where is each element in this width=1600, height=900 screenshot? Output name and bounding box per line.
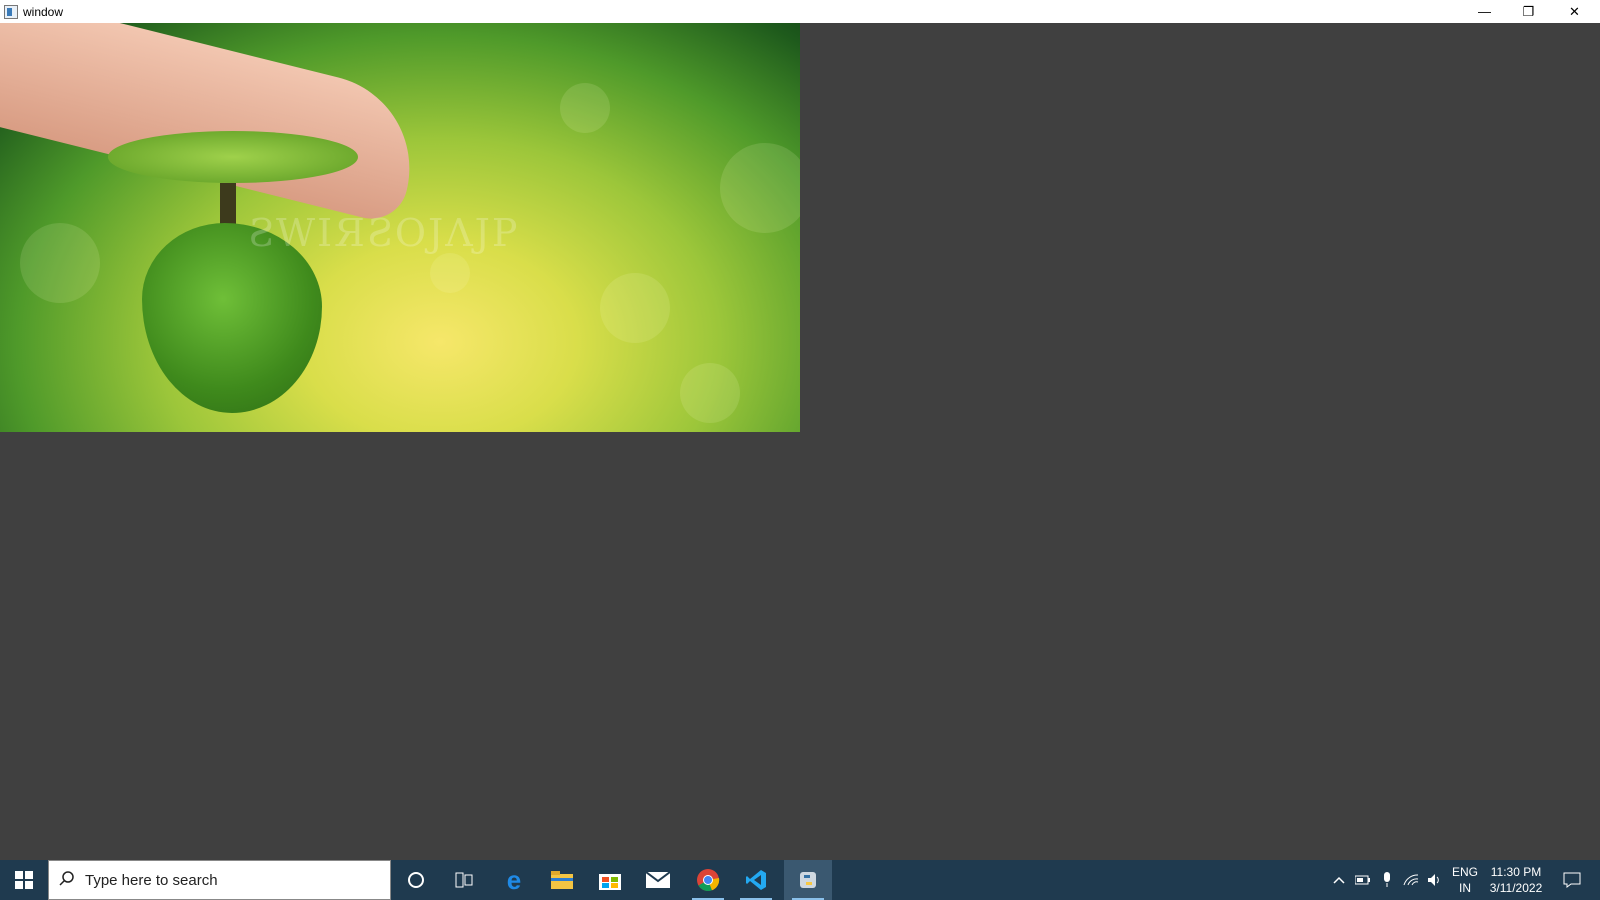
app-icon [4, 4, 18, 19]
language-indicator[interactable]: ENG IN [1450, 864, 1480, 896]
clock[interactable]: 11:30 PM 3/11/2022 [1484, 864, 1548, 896]
hand-shape [0, 23, 430, 227]
microphone-icon[interactable] [1376, 860, 1398, 900]
chevron-up-icon[interactable] [1328, 860, 1350, 900]
minimize-button[interactable]: — [1462, 0, 1507, 23]
search-placeholder: Type here to search [85, 871, 218, 889]
taskbar: Type here to search e ENG IN 11:30 PM 3/… [0, 860, 1600, 900]
python-icon[interactable] [784, 860, 832, 900]
notifications-icon[interactable] [1556, 860, 1588, 900]
mail-icon[interactable] [634, 860, 682, 900]
title-bar: window — ❐ ✕ [0, 0, 1600, 23]
restore-button[interactable]: ❐ [1506, 0, 1551, 23]
cortana-icon[interactable] [392, 860, 440, 900]
search-icon [59, 870, 75, 891]
vscode-icon[interactable] [732, 860, 780, 900]
chrome-icon[interactable] [684, 860, 732, 900]
displayed-image: ƧWIЯƧOJΛJP [0, 23, 800, 432]
windows-start-icon[interactable] [0, 860, 48, 900]
grass-disc [108, 131, 358, 183]
region-code: IN [1459, 881, 1471, 895]
search-box[interactable]: Type here to search [48, 860, 391, 900]
store-icon[interactable] [586, 860, 634, 900]
watermark-text: ƧWIЯƧOJΛJP [248, 211, 520, 255]
clock-time: 11:30 PM [1490, 865, 1542, 879]
wifi-icon[interactable] [1400, 860, 1422, 900]
file-explorer-icon[interactable] [538, 860, 586, 900]
edge-icon[interactable]: e [490, 860, 538, 900]
close-button[interactable]: ✕ [1552, 0, 1597, 23]
window-title: window [23, 4, 64, 19]
battery-icon[interactable] [1352, 860, 1374, 900]
window-client-area: ƧWIЯƧOJΛJP [0, 23, 1600, 860]
volume-icon[interactable] [1424, 860, 1446, 900]
clock-date: 3/11/2022 [1489, 881, 1543, 895]
language-code: ENG [1451, 865, 1478, 879]
task-view-icon[interactable] [440, 860, 488, 900]
